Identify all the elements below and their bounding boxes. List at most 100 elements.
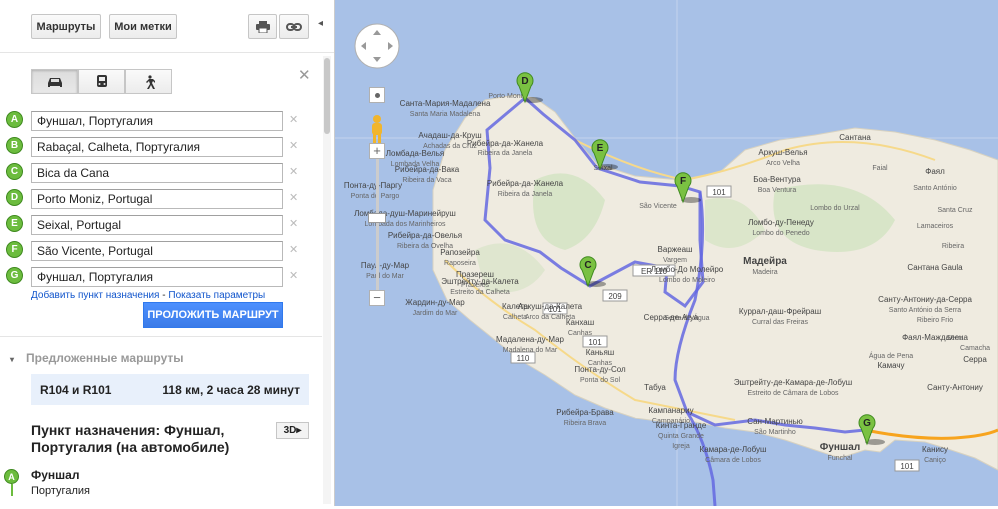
waypoint-marker-icon[interactable]: G: [6, 267, 23, 284]
svg-text:G: G: [863, 418, 871, 429]
suggested-routes-label: Предложенные маршруты: [26, 351, 184, 365]
waypoint-marker-icon[interactable]: E: [6, 215, 23, 232]
remove-waypoint-icon[interactable]: ✕: [289, 269, 298, 282]
start-name: Фуншал: [31, 468, 80, 482]
place-label: Рибейра-да-Овелья: [388, 231, 462, 240]
place-label: Arco Velha: [766, 160, 800, 167]
mode-walk[interactable]: [125, 69, 172, 94]
place-label: Канису: [922, 445, 948, 454]
map-view[interactable]: 101 101 101 209 ER 110 110 101 Санта-Мария-Мад…: [335, 0, 998, 507]
waypoint-row: C ✕: [6, 163, 306, 183]
waypoint-input[interactable]: [31, 267, 283, 287]
link-button[interactable]: [279, 14, 309, 39]
close-directions-icon[interactable]: ✕: [298, 66, 311, 84]
routes-button[interactable]: Маршруты: [31, 14, 101, 39]
svg-text:D: D: [521, 76, 528, 87]
place-label: Камачу: [877, 361, 904, 370]
place-label: Серра-де-Агуа: [644, 313, 699, 322]
waypoint-marker-icon[interactable]: F: [6, 241, 23, 258]
add-destination-link[interactable]: Добавить пункт назначения: [31, 290, 159, 301]
remove-waypoint-icon[interactable]: ✕: [289, 165, 298, 178]
suggested-route-item[interactable]: R104 и R101 118 км, 2 часа 28 минут: [31, 374, 309, 405]
place-label: Lombo do Urzal: [810, 205, 860, 212]
printer-icon: [255, 20, 270, 33]
place-label: Рибейра-да-Вака: [395, 165, 460, 174]
waypoint-input[interactable]: [31, 215, 283, 235]
place-label: Серра: [963, 355, 987, 364]
expand-triangle-icon: ▾: [10, 355, 15, 364]
place-label: Ribeira: [942, 243, 964, 250]
remove-waypoint-icon[interactable]: ✕: [289, 191, 298, 204]
place-label: Ribeiro Frio: [917, 317, 953, 324]
waypoint-input[interactable]: [31, 163, 283, 183]
place-label: Estreito de Câmara de Lobos: [747, 390, 839, 397]
place-label: Понта-ду-Сол: [574, 365, 626, 374]
remove-waypoint-icon[interactable]: ✕: [289, 113, 298, 126]
place-label: Ponta do Sol: [580, 377, 621, 384]
place-label: Água de Pena: [869, 351, 913, 360]
waypoint-input[interactable]: [31, 111, 283, 131]
place-label: Calheta: [503, 314, 527, 321]
place-label: Ачадаш-да-Круш: [418, 131, 481, 140]
place-label: Табуа: [644, 383, 666, 392]
place-label: Santa Maria Madalena: [410, 111, 481, 118]
place-label: Boa Ventura: [758, 187, 797, 194]
place-label: Madeira: [752, 269, 777, 276]
place-label: Сантана: [839, 133, 871, 142]
waypoint-row: B ✕: [6, 137, 306, 157]
my-places-button[interactable]: Мои метки: [109, 14, 177, 39]
place-label: Santo António da Serra: [889, 307, 961, 314]
road-number: 110: [517, 354, 530, 363]
panel-scrollbar[interactable]: [323, 56, 331, 504]
waypoint-marker-icon[interactable]: D: [6, 189, 23, 206]
place-label: Ломбада-Велья: [386, 149, 444, 158]
place-label: Каньяш: [586, 348, 614, 357]
remove-waypoint-icon[interactable]: ✕: [289, 217, 298, 230]
place-label: Camacha: [960, 345, 990, 352]
waypoint-marker-icon[interactable]: A: [6, 111, 23, 128]
travel-mode-bar: [31, 69, 172, 94]
place-label: Curral das Freiras: [752, 319, 809, 326]
zoom-out-button[interactable]: −: [369, 290, 385, 306]
collapse-panel-icon[interactable]: ◂: [318, 18, 323, 29]
map-canvas[interactable]: 101101101209ER 110110101 Санта-Мария-Мад…: [335, 0, 998, 507]
center-map-button[interactable]: [369, 87, 385, 103]
waypoint-input[interactable]: [31, 189, 283, 209]
waypoint-marker-icon[interactable]: B: [6, 137, 23, 154]
place-label: Канхаш: [566, 318, 594, 327]
place-label: Lombo do Moleiro: [659, 277, 715, 284]
view-3d-button[interactable]: 3D ▸: [276, 422, 309, 439]
print-button[interactable]: [248, 14, 277, 39]
mode-transit[interactable]: [78, 69, 125, 94]
waypoint-input[interactable]: [31, 137, 283, 157]
show-options-link[interactable]: Показать параметры: [168, 290, 265, 301]
pegman-icon[interactable]: [368, 114, 386, 144]
road-number: 101: [588, 338, 602, 347]
get-directions-button[interactable]: ПРОЛОЖИТЬ МАРШРУТ: [143, 302, 283, 328]
place-label: Аркуш-да-Калета: [518, 302, 583, 311]
place-label: Фаял: [925, 167, 945, 176]
place-label: Сан-Мартинью: [747, 417, 803, 426]
waypoint-links: Добавить пункт назначения - Показать пар…: [31, 290, 265, 301]
waypoint-input[interactable]: [31, 241, 283, 261]
place-label: Santo António: [913, 185, 957, 192]
place-label: Lombo do Penedo: [752, 230, 809, 237]
directions-panel: Маршруты Мои метки ◂ ✕ A ✕ B ✕: [0, 0, 335, 506]
pan-control[interactable]: [353, 22, 401, 70]
waypoint-marker-icon[interactable]: C: [6, 163, 23, 180]
zoom-in-button[interactable]: +: [369, 143, 385, 159]
mode-car[interactable]: [31, 69, 78, 94]
zoom-slider-handle[interactable]: [368, 213, 386, 223]
place-label: Ribeira da Vaca: [402, 177, 451, 184]
place-label: Камара-де-Лобуш: [700, 445, 767, 454]
place-label: Ломбо-ду-Пенеду: [748, 218, 814, 227]
zoom-slider-track[interactable]: [376, 159, 379, 290]
place-label: Ribeira da Janela: [478, 150, 533, 157]
place-label: Lamaceiros: [917, 223, 954, 230]
place-label: Кинта-Гранде: [656, 421, 707, 430]
scrollbar-thumb[interactable]: [324, 58, 330, 134]
svg-text:C: C: [584, 260, 591, 271]
remove-waypoint-icon[interactable]: ✕: [289, 243, 298, 256]
suggested-routes-header[interactable]: ▾ Предложенные маршруты: [10, 351, 184, 365]
remove-waypoint-icon[interactable]: ✕: [289, 139, 298, 152]
